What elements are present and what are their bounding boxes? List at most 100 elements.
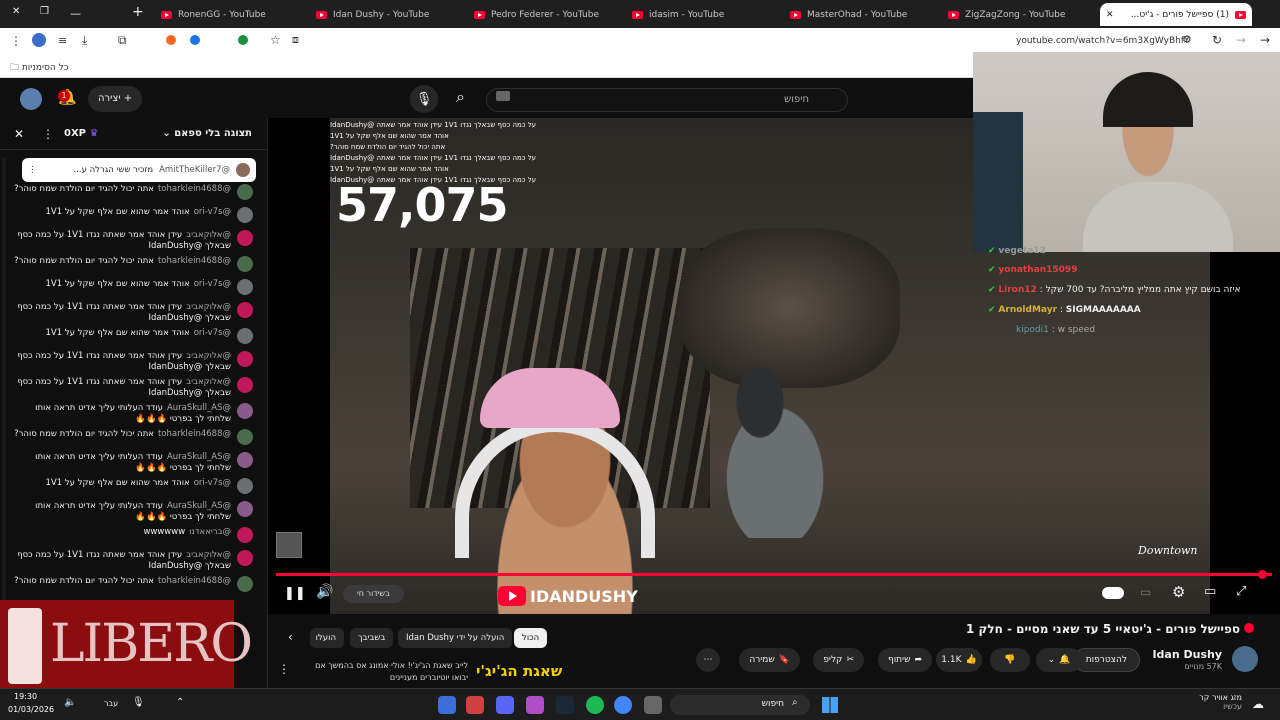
weather-widget[interactable]: מזג אוויר קר עכשיו — [1196, 693, 1242, 711]
voice-search-icon[interactable]: 🎙 — [410, 85, 438, 113]
site-settings-icon[interactable]: ⚙ — [1182, 33, 1192, 46]
mic-icon[interactable]: 🎙 — [132, 697, 145, 708]
chat-author[interactable]: @ori-v7s — [194, 279, 231, 289]
clock-time[interactable]: 19:30 — [14, 692, 37, 701]
playlist-icon[interactable]: ≡ — [58, 34, 67, 47]
avatar[interactable] — [237, 328, 253, 344]
search-button-icon[interactable]: ⌕ — [456, 87, 465, 107]
extension-blue-icon[interactable] — [190, 35, 200, 45]
fullscreen-icon[interactable]: ⤢ — [1236, 584, 1246, 599]
avatar[interactable] — [237, 279, 253, 295]
pause-icon[interactable]: ❚❚ — [284, 586, 306, 601]
avatar[interactable] — [20, 88, 42, 110]
tab-idasim[interactable]: idasim - YouTube — [626, 3, 776, 26]
taskbar-search[interactable]: חיפוש — [670, 695, 810, 715]
windows-start-icon[interactable] — [822, 697, 838, 713]
keyboard-icon[interactable] — [496, 91, 510, 101]
menu-dots-icon[interactable]: ⋮ — [10, 34, 22, 48]
extension-icon[interactable] — [32, 33, 46, 47]
channel-name[interactable]: Idan Dushy — [1152, 648, 1222, 661]
discord-icon[interactable] — [496, 696, 514, 714]
tray-chevron-icon[interactable]: ⌃ — [176, 697, 184, 708]
avatar[interactable] — [237, 207, 253, 223]
chip-uploaded-by[interactable]: הועלה על ידי Idan Dushy — [398, 628, 513, 648]
chrome-icon[interactable] — [614, 696, 632, 714]
avatar[interactable] — [237, 527, 253, 543]
avatar[interactable] — [237, 501, 253, 517]
extensions-puzzle-icon[interactable]: ⧉ — [118, 33, 127, 48]
avatar[interactable] — [237, 452, 253, 468]
join-button[interactable]: להצטרפות — [1072, 648, 1140, 672]
avatar[interactable] — [237, 351, 253, 367]
chat-author[interactable]: @אלוקאביב — [186, 377, 231, 387]
chat-author[interactable]: @ori-v7s — [194, 207, 231, 217]
tab-idan-dushy[interactable]: Idan Dushy - YouTube — [310, 3, 460, 26]
avatar[interactable] — [237, 403, 253, 419]
extension-red-icon[interactable] — [166, 35, 176, 45]
theater-mode-icon[interactable]: ▭ — [1204, 584, 1216, 599]
save-button[interactable]: 🔖 שמירה — [739, 648, 800, 672]
chip-all[interactable]: הכול — [514, 628, 548, 648]
install-app-icon[interactable]: ⧈ — [292, 33, 299, 47]
live-button[interactable]: בשידור חי — [343, 585, 404, 603]
chat-author[interactable]: @AuraSkull_AS — [167, 501, 231, 511]
chat-filter-dropdown[interactable]: תצוגה בלי ספאם ⌄ — [162, 128, 252, 139]
all-bookmarks-link[interactable]: כל הסימניות 🗀 — [10, 60, 68, 76]
avatar[interactable] — [237, 550, 253, 566]
app-icon-4[interactable] — [526, 696, 544, 714]
chat-author[interactable]: @אלוקאביב — [186, 550, 231, 560]
file-explorer-icon[interactable] — [644, 696, 662, 714]
chat-scrollbar[interactable] — [2, 158, 6, 628]
download-icon[interactable]: ⤓ — [82, 33, 87, 48]
clip-button[interactable]: ✂ קליפ — [813, 648, 864, 672]
app-icon-1[interactable] — [438, 696, 456, 714]
chat-author[interactable]: @toharklein4688 — [158, 256, 231, 266]
tab-masterohad[interactable]: MasterOhad - YouTube — [784, 3, 934, 26]
search-input[interactable]: חיפוש — [486, 88, 848, 112]
rec-menu-icon[interactable]: ⋮ — [278, 662, 290, 676]
pinned-menu-icon[interactable]: ⋮ — [28, 165, 37, 175]
chat-author[interactable]: @toharklein4688 — [158, 429, 231, 439]
avatar[interactable] — [237, 429, 253, 445]
chip-for-you[interactable]: בשביבך — [350, 628, 394, 648]
url-text[interactable]: youtube.com/watch?v=6m3XgWyBhfY — [1016, 36, 1190, 46]
create-button[interactable]: + יצירה — [88, 86, 143, 112]
dislike-button[interactable]: 👎 — [990, 648, 1030, 672]
language-indicator[interactable]: עבר — [104, 699, 118, 708]
new-tab-icon[interactable]: + — [132, 4, 144, 20]
forward-icon[interactable]: → — [1260, 33, 1270, 47]
subtitles-icon[interactable]: ▭ — [1140, 585, 1151, 599]
tab-active-video[interactable]: (1) ספיישל פורים - ג'יט... ✕ — [1100, 3, 1252, 26]
tab-pedro-federer[interactable]: Pedro Federer - YouTube — [468, 3, 618, 26]
extension-green-icon[interactable] — [238, 35, 248, 45]
avatar[interactable] — [237, 256, 253, 272]
channel-avatar[interactable] — [1232, 646, 1258, 672]
like-button[interactable]: 👍 1.1K — [936, 648, 982, 672]
chat-author[interactable]: @בריאאדנו — [189, 527, 231, 537]
app-icon-2[interactable] — [466, 696, 484, 714]
clock-date[interactable]: 01/03/2026 — [8, 705, 54, 714]
restore-icon[interactable]: ❐ — [40, 6, 49, 17]
close-tab-icon[interactable]: ✕ — [1106, 10, 1114, 20]
progress-bar[interactable] — [276, 573, 1272, 576]
chip-uploaded[interactable]: הועלו — [310, 628, 344, 648]
settings-gear-icon[interactable]: ⚙ — [1172, 583, 1185, 601]
chat-author[interactable]: @ori-v7s — [194, 478, 231, 488]
close-chat-icon[interactable]: ✕ — [14, 127, 24, 141]
chat-author[interactable]: @אלוקאביב — [186, 351, 231, 361]
share-button[interactable]: ➦ שיתוף — [877, 648, 932, 672]
chat-author[interactable]: @toharklein4688 — [158, 184, 231, 194]
progress-scrubber[interactable] — [1258, 570, 1267, 579]
back-icon[interactable]: → — [1236, 33, 1246, 47]
avatar[interactable] — [237, 230, 253, 246]
avatar[interactable] — [237, 478, 253, 494]
chat-author[interactable]: @אלוקאביב — [186, 230, 231, 240]
avatar[interactable] — [237, 377, 253, 393]
bookmark-star-icon[interactable]: ☆ — [270, 33, 281, 47]
chat-author[interactable]: @AuraSkull_AS — [167, 403, 231, 413]
tab-zigzagzong[interactable]: ZigZagZong - YouTube — [942, 3, 1092, 26]
chat-author[interactable]: @ori-v7s — [194, 328, 231, 338]
rec-thumbnail-title[interactable]: שאגת הג'יג'י — [476, 662, 562, 680]
notification-bell-button[interactable]: 🔔 ⌄ — [1036, 648, 1082, 672]
chips-scroll-left-icon[interactable]: ‹ — [288, 630, 293, 644]
